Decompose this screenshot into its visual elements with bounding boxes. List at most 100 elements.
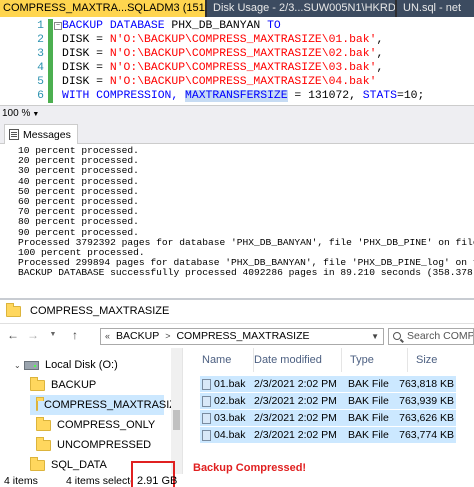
tree-item-label: BACKUP	[51, 379, 97, 391]
code-text: WITH COMPRESSION, MAXTRANSFERSIZE = 1310…	[62, 89, 424, 103]
nav-pane-scrollbar[interactable]	[171, 348, 182, 474]
breadcrumb-compress-maxtrasize[interactable]: COMPRESS_MAXTRASIZE	[176, 330, 309, 342]
line-number: 2	[37, 34, 44, 46]
tab-un-sql[interactable]: UN.sql - net	[397, 0, 474, 17]
tree-item-label: Local Disk (O:)	[45, 359, 118, 371]
expand-icon[interactable]: ⌄	[14, 361, 24, 370]
tree-item[interactable]: COMPRESS_MAXTRASIZE	[30, 395, 182, 415]
file-list: Name Date modified Type Size 01.bak 2/3/2…	[184, 348, 474, 474]
explorer-title-bar: COMPRESS_MAXTRASIZE	[0, 300, 474, 324]
code-token: DISK =	[62, 34, 110, 46]
chevron-down-icon: ▼	[32, 111, 40, 118]
annotation-label: Backup Compressed!	[193, 462, 307, 474]
file-row[interactable]: 01.bak 2/3/2021 2:02 PM BAK File 763,818 KB	[200, 376, 456, 392]
scrollbar-thumb[interactable]	[173, 410, 180, 430]
file-row[interactable]: 03.bak 2/3/2021 2:02 PM BAK File 763,626 KB	[200, 410, 456, 426]
code-token: PHX_DB_BANYAN	[171, 20, 268, 32]
tab-compress-maxtrasize-query[interactable]: COMPRESS_MAXTRA...SQLADM3 (1511))	[0, 0, 205, 17]
forward-arrow-icon[interactable]: →	[26, 328, 40, 342]
column-header-size[interactable]: Size	[408, 348, 474, 372]
window-title: COMPRESS_MAXTRASIZE	[30, 305, 170, 317]
folder-icon	[30, 376, 45, 391]
code-line[interactable]: 4 DISK = N'O:\BACKUP\COMPRESS_MAXTRASIZE\…	[0, 61, 383, 75]
search-input[interactable]: Search COMPRESS_MAX...	[388, 328, 474, 345]
item-count: 4 items	[4, 475, 38, 487]
collapse-icon[interactable]: −	[54, 22, 62, 30]
file-name: 03.bak	[202, 410, 246, 426]
column-header-type[interactable]: Type	[342, 348, 408, 372]
code-line[interactable]: 3 DISK = N'O:\BACKUP\COMPRESS_MAXTRASIZE\…	[0, 47, 383, 61]
code-text: DISK = N'O:\BACKUP\COMPRESS_MAXTRASIZE\0…	[62, 75, 376, 89]
selected-size: 2.91 GB	[137, 475, 178, 487]
breadcrumb[interactable]: « BACKUP > COMPRESS_MAXTRASIZE ▼	[100, 328, 384, 345]
column-header-date-modified[interactable]: Date modified	[246, 348, 342, 372]
address-bar: ← → ▼ ↑ « BACKUP > COMPRESS_MAXTRASIZE ▼ Se…	[0, 324, 474, 348]
file-type: BAK File	[348, 412, 389, 424]
file-type: BAK File	[348, 429, 389, 441]
file-type: BAK File	[348, 395, 389, 407]
tree-item[interactable]: UNCOMPRESSED	[36, 435, 170, 455]
code-line[interactable]: 6 WITH COMPRESSION, MAXTRANSFERSIZE = 131…	[0, 89, 424, 103]
line-number: 3	[37, 48, 44, 60]
file-row[interactable]: 04.bak 2/3/2021 2:02 PM BAK File 763,774 KB	[200, 427, 456, 443]
code-line[interactable]: 2 DISK = N'O:\BACKUP\COMPRESS_MAXTRASIZE\…	[0, 33, 383, 47]
code-token: STATS	[362, 90, 397, 102]
tree-item-label: COMPRESS_ONLY	[57, 419, 156, 431]
file-name: 02.bak	[202, 393, 246, 409]
file-size: 763,626 KB	[399, 412, 454, 424]
file-icon	[202, 412, 211, 424]
tree-item[interactable]: BACKUP	[30, 375, 170, 395]
code-line[interactable]: 5 DISK = N'O:\BACKUP\COMPRESS_MAXTRASIZE\…	[0, 75, 376, 89]
code-line[interactable]: 1 − BACKUP DATABASE PHX_DB_BANYAN TO	[0, 19, 281, 33]
zoom-dropdown[interactable]: 100 % ▼	[2, 108, 39, 119]
code-token: TO	[267, 20, 281, 32]
folder-icon	[36, 396, 44, 411]
folder-icon	[36, 436, 51, 451]
file-row[interactable]: 02.bak 2/3/2021 2:02 PM BAK File 763,939 KB	[200, 393, 456, 409]
tab-messages-label: Messages	[23, 128, 71, 141]
chevron-down-icon[interactable]: ▼	[46, 328, 60, 342]
code-token: BACKUP DATABASE	[62, 20, 172, 32]
line-number: 1	[37, 20, 44, 32]
file-date: 2/3/2021 2:02 PM	[254, 378, 337, 390]
tree-item-label: UNCOMPRESSED	[57, 439, 152, 451]
file-date: 2/3/2021 2:02 PM	[254, 412, 337, 424]
messages-pane[interactable]: 10 percent processed. 20 percent processe…	[0, 145, 474, 295]
folder-icon	[36, 416, 51, 431]
code-token: DISK =	[62, 62, 110, 74]
up-arrow-icon[interactable]: ↑	[68, 328, 82, 342]
code-text: DISK = N'O:\BACKUP\COMPRESS_MAXTRASIZE\0…	[62, 61, 383, 75]
back-arrow-icon[interactable]: ←	[6, 328, 20, 342]
line-number: 6	[37, 90, 44, 102]
file-name-text: 04.bak	[214, 429, 246, 441]
tree-item[interactable]: COMPRESS_ONLY	[36, 415, 170, 435]
tree-item[interactable]: ⌄ Local Disk (O:)	[14, 355, 170, 375]
code-token: ,	[376, 34, 384, 46]
file-size: 763,818 KB	[399, 378, 454, 390]
tab-disk-usage-report[interactable]: Disk Usage - 2/3...SUW005N1\HKRDBSU1	[207, 0, 395, 17]
code-token: N'O:\BACKUP\COMPRESS_MAXTRASIZE\01.bak'	[109, 34, 377, 46]
file-icon	[202, 429, 211, 441]
sql-editor[interactable]: 1 − BACKUP DATABASE PHX_DB_BANYAN TO 2 DISK …	[0, 17, 474, 105]
code-token: N'O:\BACKUP\COMPRESS_MAXTRASIZE\02.bak'	[109, 48, 377, 60]
breadcrumb-backup[interactable]: BACKUP	[116, 330, 159, 342]
column-header-name[interactable]: Name	[194, 348, 254, 372]
line-number: 5	[37, 76, 44, 88]
zoom-level: 100 %	[2, 108, 31, 119]
file-name: 01.bak	[202, 376, 246, 392]
file-explorer-window: COMPRESS_MAXTRASIZE ← → ▼ ↑ « BACKUP > COMP…	[0, 298, 474, 487]
status-bar: 4 items 4 items selected	[0, 474, 474, 487]
messages-icon	[9, 129, 19, 140]
code-token: DISK =	[62, 76, 110, 88]
tab-messages[interactable]: Messages	[4, 124, 78, 144]
file-size: 763,774 KB	[399, 429, 454, 441]
file-name-text: 02.bak	[214, 395, 246, 407]
code-token: =10;	[396, 90, 425, 102]
file-name: 04.bak	[202, 427, 246, 443]
chevron-down-icon[interactable]: ▼	[371, 329, 379, 344]
navigation-pane: ⌄ Local Disk (O:) BACKUP COMPRESS_MAXTRASIZ…	[0, 348, 183, 474]
file-size: 763,939 KB	[399, 395, 454, 407]
code-token: N'O:\BACKUP\COMPRESS_MAXTRASIZE\04.bak'	[109, 76, 377, 88]
breadcrumb-overflow[interactable]: «	[105, 331, 110, 341]
code-token: WITH COMPRESSION,	[62, 90, 186, 102]
